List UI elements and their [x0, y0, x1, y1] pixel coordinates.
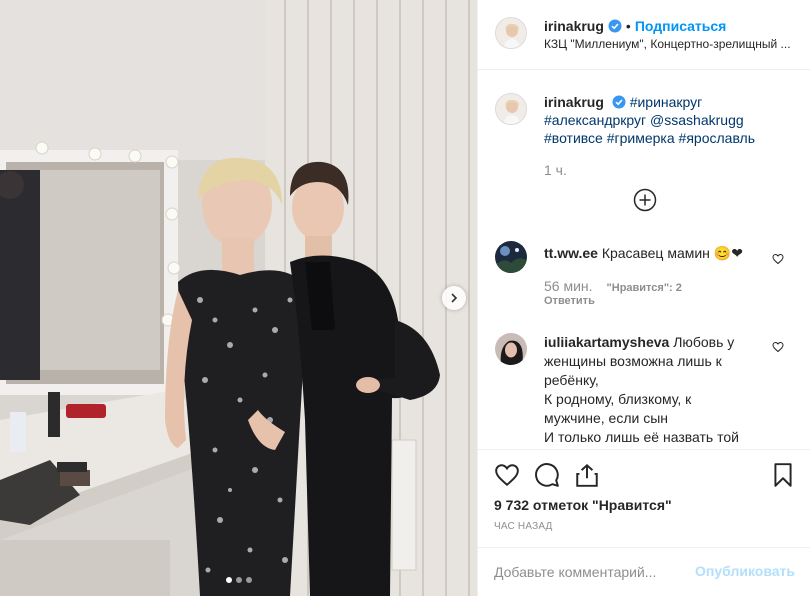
post-sidebar: irinakrug • Подписаться КЗЦ "Миллениум",… — [477, 0, 810, 596]
comment-body-line: женщины возможна лишь к — [544, 353, 722, 369]
avatar-image — [495, 333, 527, 365]
share-icon[interactable] — [574, 462, 600, 488]
carousel-dot — [225, 577, 232, 583]
comment: tt.ww.ee Красавец мамин 😊❤ — [544, 244, 774, 263]
heart-icon[interactable] — [772, 341, 784, 353]
comment: iuliiakartamysheva Любовь у женщины возм… — [544, 333, 774, 447]
heart-icon[interactable] — [494, 462, 520, 488]
follow-button[interactable]: Подписаться — [635, 18, 727, 34]
hashtag-link[interactable]: #александркруг — [544, 112, 646, 128]
post-location[interactable]: КЗЦ "Миллениум", Концертно-зрелищный ... — [544, 37, 804, 51]
next-photo-button[interactable] — [442, 286, 466, 310]
comments-list[interactable]: irinakrug #иринакруг #александркруг @ssa… — [478, 71, 810, 449]
header-separator: • — [625, 18, 631, 34]
post-actions: 9 732 отметок "Нравится" ЧАС НАЗАД — [478, 449, 810, 547]
avatar-image — [496, 94, 526, 124]
avatar[interactable] — [495, 241, 527, 273]
avatar-image — [495, 241, 527, 273]
caption-time: 1 ч. — [544, 162, 567, 178]
header-user-line: irinakrug • Подписаться — [544, 18, 726, 34]
heart-icon[interactable] — [772, 253, 784, 265]
hashtag-link[interactable]: #гримерка — [607, 130, 675, 146]
carousel-dot — [235, 577, 242, 583]
hashtag-link[interactable]: #вотивсе — [544, 130, 603, 146]
reply-button[interactable]: Ответить — [544, 295, 595, 307]
comment-body-line: Любовь у — [673, 334, 735, 350]
carousel-indicator — [0, 577, 477, 583]
hashtag-link[interactable]: #ярославль — [679, 130, 755, 146]
photo-image — [0, 0, 477, 596]
caption-username[interactable]: irinakrug — [544, 94, 604, 110]
verified-badge-icon — [612, 95, 626, 109]
comment-body-line: И только лишь её назвать той — [544, 429, 739, 445]
mention-link[interactable]: @ssashakrugg — [650, 112, 744, 128]
comment-username[interactable]: tt.ww.ee — [544, 245, 598, 261]
likes-count[interactable]: 9 732 отметок "Нравится" — [494, 497, 672, 513]
avatar[interactable] — [495, 93, 527, 125]
comment-meta: 56 мин. "Нравится": 2 — [544, 278, 682, 294]
comment-icon[interactable] — [534, 462, 560, 488]
comment-body: Красавец мамин 😊❤ — [601, 245, 743, 261]
plus-circle-icon[interactable] — [633, 188, 657, 212]
comment-likes[interactable]: "Нравится": 2 — [607, 282, 682, 294]
comment-username[interactable]: iuliiakartamysheva — [544, 334, 669, 350]
avatar[interactable] — [495, 333, 527, 365]
verified-badge-icon — [608, 19, 622, 33]
avatar-image — [496, 18, 526, 48]
post-photo[interactable] — [0, 0, 477, 596]
header-username[interactable]: irinakrug — [544, 18, 604, 34]
add-comment-bar: Опубликовать — [478, 547, 810, 596]
comment-body-line: ребёнку, — [544, 372, 599, 388]
caption: irinakrug #иринакруг #александркруг @ssa… — [544, 93, 794, 147]
posted-time[interactable]: ЧАС НАЗАД — [494, 521, 553, 532]
carousel-dot — [245, 577, 252, 583]
post-header: irinakrug • Подписаться КЗЦ "Миллениум",… — [478, 0, 810, 70]
hashtag-link[interactable]: #иринакруг — [630, 94, 703, 110]
chevron-right-icon — [451, 293, 458, 303]
comment-input[interactable] — [494, 562, 694, 582]
post-comment-button[interactable]: Опубликовать — [695, 563, 795, 579]
comment-time: 56 мин. — [544, 278, 593, 294]
bookmark-icon[interactable] — [770, 462, 796, 488]
avatar[interactable] — [495, 17, 527, 49]
comment-body-line: мужчине, если сын — [544, 410, 669, 426]
comment-body-line: К родному, близкому, к — [544, 391, 692, 407]
